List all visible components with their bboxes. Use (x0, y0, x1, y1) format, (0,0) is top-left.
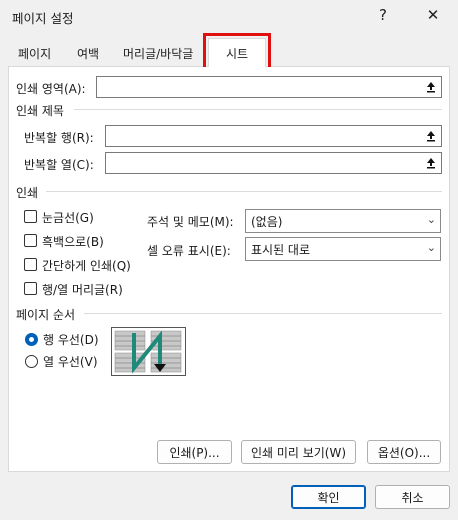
print-preview-button-label: 인쇄 미리 보기(W) (250, 445, 347, 460)
comments-select-value: (없음) (251, 214, 283, 229)
black-white-label: 흑백으로(B) (42, 235, 104, 249)
cancel-button-label: 취소 (401, 490, 424, 505)
print-heading: 인쇄 (16, 186, 39, 200)
rows-to-repeat-input[interactable] (105, 125, 442, 147)
help-button[interactable]: ? (360, 0, 406, 30)
range-select-icon (427, 82, 435, 93)
cols-to-repeat-input[interactable] (105, 152, 442, 174)
comments-label: 주석 및 메모(M): (147, 215, 234, 229)
options-button[interactable]: 옵션(O)... (367, 440, 441, 464)
annotation-highlight-box (203, 33, 271, 70)
down-then-over-radio[interactable] (25, 333, 38, 346)
close-icon: ✕ (426, 6, 440, 24)
chevron-down-icon: ⌄ (426, 213, 436, 226)
over-then-down-radio[interactable] (25, 355, 38, 368)
page-order-separator (84, 313, 442, 314)
cancel-button[interactable]: 취소 (375, 485, 450, 509)
row-col-headings-checkbox[interactable] (24, 282, 37, 295)
print-button[interactable]: 인쇄(P)... (157, 440, 232, 464)
tab-header-footer[interactable]: 머리글/바닥글 (115, 40, 201, 66)
gridlines-label: 눈금선(G) (42, 211, 94, 225)
draft-quality-checkbox[interactable] (24, 258, 37, 271)
page-order-heading: 페이지 순서 (16, 308, 76, 322)
cell-errors-label: 셀 오류 표시(E): (147, 244, 231, 258)
page-order-diagram-icon (114, 330, 182, 374)
rows-collapse-button[interactable] (421, 126, 441, 146)
print-area-input[interactable] (96, 76, 442, 98)
down-then-over-label: 행 우선(D) (43, 333, 99, 347)
close-button[interactable]: ✕ (410, 0, 456, 30)
tab-page[interactable]: 페이지 (10, 40, 59, 66)
row-col-headings-label: 행/열 머리글(R) (42, 283, 123, 297)
cell-errors-select-value: 표시된 대로 (251, 242, 311, 257)
black-white-checkbox[interactable] (24, 234, 37, 247)
ok-button[interactable]: 확인 (291, 485, 366, 509)
range-select-icon (427, 158, 435, 169)
print-area-label: 인쇄 영역(A): (16, 82, 86, 96)
window-title: 페이지 설정 (12, 11, 74, 26)
print-preview-button[interactable]: 인쇄 미리 보기(W) (241, 440, 356, 464)
help-icon: ? (379, 6, 387, 24)
draft-quality-label: 간단하게 인쇄(Q) (42, 259, 131, 273)
tab-margins-label: 여백 (77, 46, 100, 61)
over-then-down-label: 열 우선(V) (43, 355, 98, 369)
cols-collapse-button[interactable] (421, 153, 441, 173)
print-separator (46, 191, 442, 192)
print-titles-heading: 인쇄 제목 (16, 104, 64, 118)
tab-margins[interactable]: 여백 (69, 40, 107, 66)
cols-to-repeat-label: 반복할 열(C): (24, 158, 94, 172)
page-order-preview (111, 327, 186, 376)
tab-page-label: 페이지 (18, 46, 52, 61)
tab-header-footer-label: 머리글/바닥글 (123, 46, 194, 61)
print-area-collapse-button[interactable] (421, 77, 441, 97)
print-titles-separator (74, 109, 442, 110)
options-button-label: 옵션(O)... (377, 445, 431, 460)
ok-button-label: 확인 (317, 490, 340, 505)
gridlines-checkbox[interactable] (24, 210, 37, 223)
range-select-icon (427, 131, 435, 142)
print-button-label: 인쇄(P)... (169, 445, 220, 460)
rows-to-repeat-label: 반복할 행(R): (24, 131, 94, 145)
comments-select[interactable]: (없음) ⌄ (245, 209, 441, 233)
cell-errors-select[interactable]: 표시된 대로 ⌄ (245, 237, 441, 261)
chevron-down-icon: ⌄ (426, 241, 436, 254)
